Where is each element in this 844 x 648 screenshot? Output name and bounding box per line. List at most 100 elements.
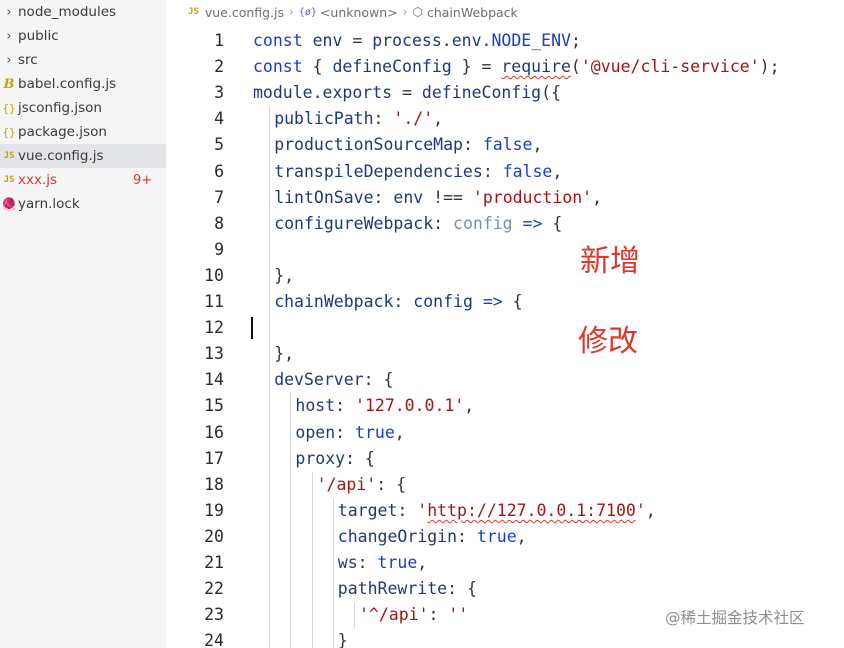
code-token: . (481, 31, 492, 50)
code-text: proxy: { (295, 446, 374, 472)
code-token: , (464, 396, 475, 416)
explorer-item[interactable]: JS vue.config.js (0, 144, 166, 168)
cube-icon: ⬡ (412, 5, 423, 19)
code-line[interactable]: 12 (166, 315, 844, 341)
code-line[interactable]: 10}, (166, 263, 844, 289)
code-token: module (253, 83, 313, 103)
code-token: require (501, 57, 571, 77)
code-token: productionSourceMap (274, 135, 463, 155)
code-text: transpileDependencies: false, (274, 159, 562, 185)
code-text: module.exports = defineConfig({ (253, 80, 561, 106)
code-token: , (552, 161, 563, 181)
explorer-item[interactable]: › node_modules (0, 0, 166, 24)
code-text: pathRewrite: { (338, 576, 477, 602)
breadcrumb-scope[interactable]: <unknown> (320, 5, 398, 20)
indent-guide (332, 497, 334, 648)
code-line[interactable]: 24} (166, 628, 844, 648)
code-token: '/api' (316, 474, 377, 494)
explorer-item[interactable]: JS xxx.js 9+ (0, 168, 166, 192)
explorer-item[interactable]: › src (0, 48, 166, 72)
code-text: host: '127.0.0.1', (295, 393, 474, 419)
code-token: : (482, 161, 503, 181)
code-line[interactable]: 2 const { defineConfig } = require('@vue/… (166, 54, 844, 80)
code-line[interactable]: 17 proxy: { (166, 446, 844, 472)
code-token: proxy (295, 448, 346, 468)
line-number: 9 (214, 239, 224, 259)
breadcrumb-file[interactable]: vue.config.js (205, 5, 284, 20)
js-file-icon: JS (3, 175, 15, 185)
code-token: '' (448, 605, 469, 625)
code-token: target (337, 500, 398, 520)
code-text: '/api': { (317, 472, 406, 498)
code-line[interactable]: 14 devServer: { (166, 367, 844, 393)
code-token: true (377, 553, 418, 572)
code-token: : (373, 187, 394, 207)
code-token: : (428, 605, 449, 625)
code-line[interactable]: 22 pathRewrite: { (166, 576, 844, 602)
code-token: changeOrigin (337, 526, 458, 546)
code-token: '@vue/cli-service' (580, 57, 760, 77)
line-number: 3 (214, 83, 224, 103)
code-line[interactable]: 6 transpileDependencies: false, (166, 159, 844, 185)
yarn-icon: 🧶 (1, 197, 17, 211)
code-line[interactable]: 8 configureWebpack: config => { (166, 211, 844, 237)
code-token: chainWebpack (274, 292, 394, 311)
code-editor[interactable]: 1 const env = process.env.NODE_ENV; 2 const… (166, 24, 844, 648)
breadcrumb-symbol[interactable]: chainWebpack (427, 5, 518, 20)
code-token: , (532, 135, 543, 155)
json-icon: {} (2, 101, 16, 115)
code-line[interactable]: 5 productionSourceMap: false, (166, 132, 844, 158)
code-token: lintOnSave (274, 187, 374, 207)
explorer-item[interactable]: › public (0, 24, 166, 48)
code-line[interactable]: 11 chainWebpack: config => { (166, 289, 844, 315)
annotation-modified: 修改 (578, 324, 638, 359)
code-token: : (457, 526, 477, 546)
indent-guide (269, 106, 271, 648)
code-token: configureWebpack (274, 213, 434, 233)
annotation-added: 新增 (580, 244, 640, 279)
code-text: chainWebpack: config => { (274, 289, 522, 315)
code-line[interactable]: 7 lintOnSave: env !== 'production', (166, 185, 844, 211)
code-line[interactable]: 16 open: true, (166, 420, 844, 446)
line-number: 14 (204, 370, 224, 390)
code-token: : { (376, 474, 407, 494)
code-token: { (312, 57, 333, 77)
js-file-icon: JS (188, 7, 199, 17)
explorer-item[interactable]: {} package.json (0, 120, 166, 144)
line-number: 6 (214, 161, 224, 181)
explorer-item-label: jsconfig.json (18, 100, 102, 116)
chevron-right-icon: › (6, 4, 12, 20)
code-text: target: 'http://127.0.0.1:7100', (338, 498, 656, 524)
explorer-item[interactable]: {} jsconfig.json (0, 96, 166, 120)
code-token: ' (417, 500, 428, 520)
code-line[interactable]: 18 '/api': { (166, 472, 844, 498)
code-token: } (337, 631, 348, 648)
line-number: 22 (204, 579, 224, 599)
explorer-item[interactable]: Bbabel.config.js (0, 72, 166, 96)
code-line[interactable]: 21 ws: true, (166, 550, 844, 576)
code-text: publicPath: './', (274, 106, 443, 132)
code-token: : (373, 109, 394, 129)
code-token: host (295, 396, 336, 416)
code-token: !== (423, 187, 473, 207)
code-line[interactable]: 19 target: 'http://127.0.0.1:7100', (166, 498, 844, 524)
code-line[interactable]: 9 (166, 237, 844, 263)
code-line[interactable]: 15 host: '127.0.0.1', (166, 393, 844, 419)
code-text: } (338, 628, 348, 648)
code-line[interactable]: 13}, (166, 341, 844, 367)
explorer-item[interactable]: 🧶 yarn.lock (0, 192, 166, 216)
code-text: productionSourceMap: false, (274, 132, 542, 158)
code-token: }, (274, 265, 295, 285)
code-token: : (462, 135, 483, 155)
code-token: true (355, 422, 395, 442)
line-number: 24 (204, 631, 224, 648)
code-line[interactable]: 3 module.exports = defineConfig({ (166, 80, 844, 106)
code-line[interactable]: 20 changeOrigin: true, (166, 524, 844, 550)
code-token: : { (447, 579, 477, 599)
code-token: open (295, 422, 336, 442)
code-line[interactable]: 4 publicPath: './', (166, 106, 844, 132)
code-token: true (476, 526, 517, 546)
code-line[interactable]: 1 const env = process.env.NODE_ENV; (166, 28, 844, 54)
code-token: 'production' (472, 187, 593, 207)
line-number: 10 (204, 265, 224, 285)
